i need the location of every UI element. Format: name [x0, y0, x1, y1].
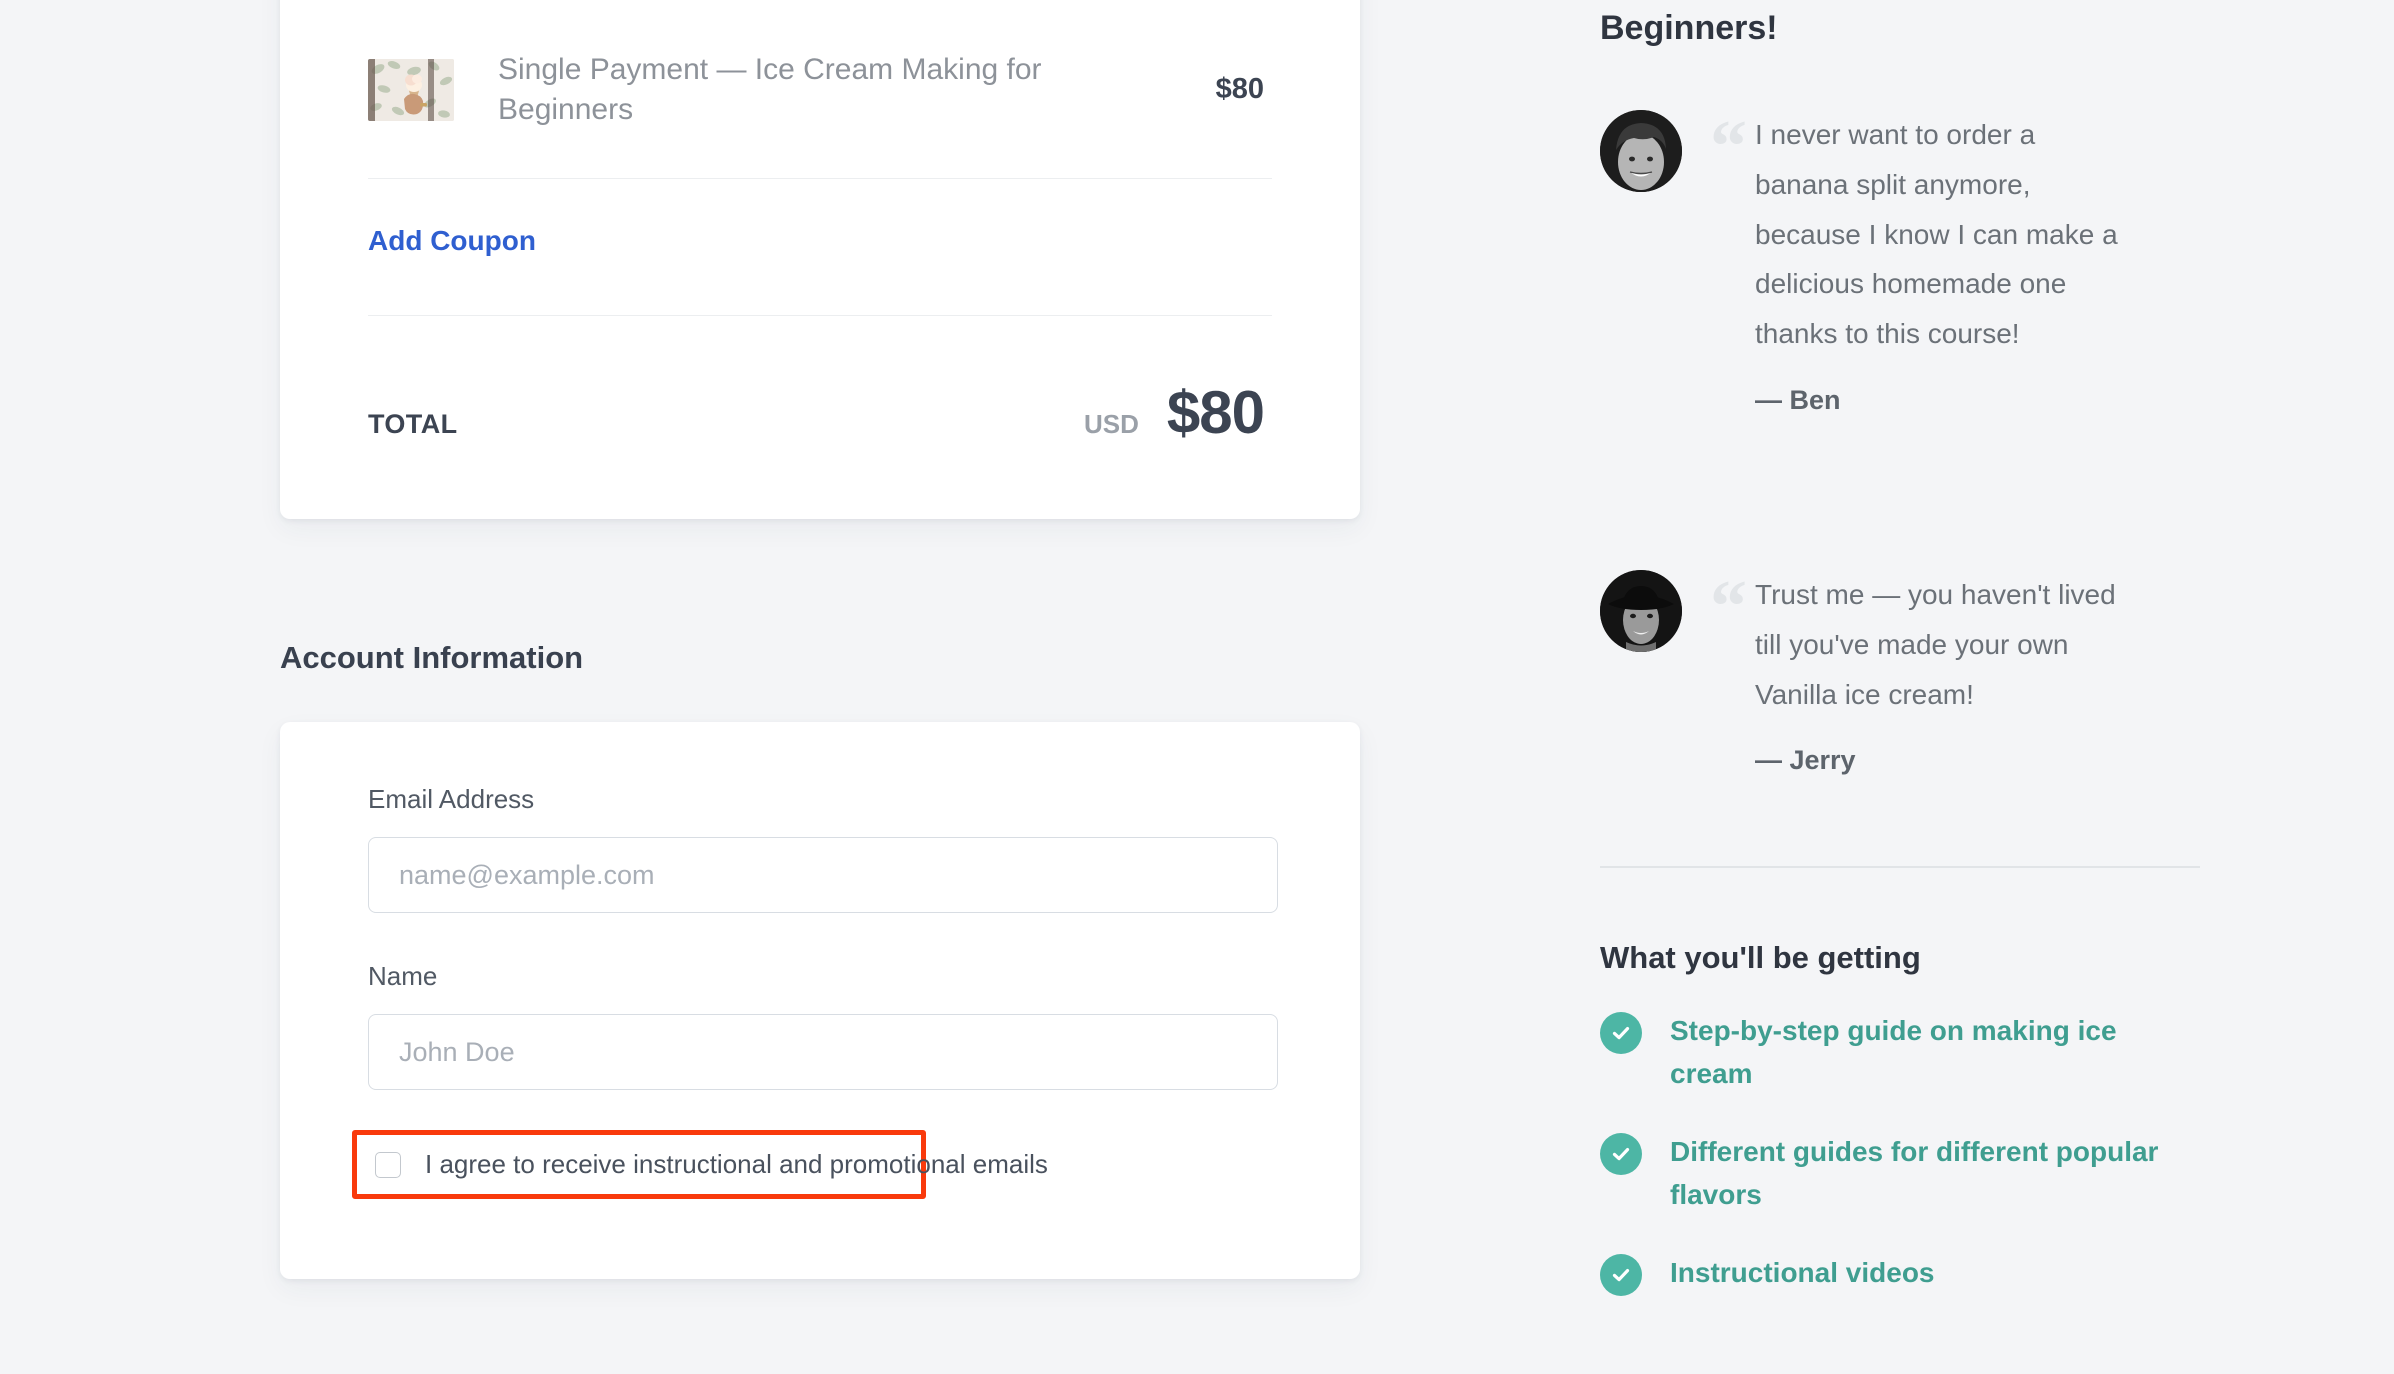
- benefit-item: Step-by-step guide on making ice cream: [1600, 1010, 2220, 1095]
- sidebar-divider: [1600, 866, 2200, 868]
- coupon-row: Add Coupon: [368, 179, 1272, 316]
- benefit-item: Instructional videos: [1600, 1252, 2220, 1297]
- promo-heading: about Ice Cream Making for Beginners!: [1600, 9, 1778, 47]
- benefit-label: Instructional videos: [1670, 1257, 1935, 1289]
- name-field-label: Name: [368, 961, 438, 991]
- product-price: $80: [1215, 73, 1264, 106]
- quote-mark-icon: “: [1710, 566, 1747, 648]
- quote-block: “ Trust me — you haven't lived till you'…: [1710, 570, 2220, 776]
- testimonial-text: I never want to order a banana split any…: [1755, 119, 2118, 350]
- check-circle-icon: [1600, 1133, 1642, 1176]
- avatar: [1600, 570, 1682, 652]
- benefit-label: Step-by-step guide on making ice cream: [1670, 1015, 2117, 1089]
- name-input[interactable]: [368, 1014, 1278, 1090]
- check-circle-icon: [1600, 1012, 1642, 1054]
- add-coupon-link[interactable]: Add Coupon: [368, 225, 536, 256]
- email-field-label: Email Address: [368, 784, 535, 814]
- promo-sidebar: about Ice Cream Making for Beginners! “ …: [1600, 0, 2260, 1374]
- total-value-group: USD $80: [1084, 378, 1272, 447]
- marketing-consent-checkbox[interactable]: [375, 1151, 401, 1178]
- total-amount: $80: [1166, 378, 1265, 446]
- checkout-main-column: Single Payment — Ice Cream Making for Be…: [0, 0, 1590, 1374]
- check-circle-icon: [1600, 1254, 1642, 1297]
- account-information-heading: Account Information: [280, 640, 584, 675]
- testimonial: “ Trust me — you haven't lived till you'…: [1600, 570, 2220, 776]
- benefits-heading: What you'll be getting: [1600, 940, 1921, 975]
- testimonial: “ I never want to order a banana split a…: [1600, 110, 2220, 416]
- marketing-consent-label[interactable]: I agree to receive instructional and pro…: [425, 1149, 1048, 1180]
- benefit-item: Different guides for different popular f…: [1600, 1131, 2220, 1216]
- order-total-row: TOTAL USD $80: [368, 316, 1272, 519]
- total-currency: USD: [1083, 408, 1139, 439]
- quote-mark-icon: “: [1710, 106, 1747, 188]
- total-label: TOTAL: [368, 408, 458, 439]
- checkout-page: Single Payment — Ice Cream Making for Be…: [0, 0, 2394, 1374]
- order-summary-card: Single Payment — Ice Cream Making for Be…: [280, 0, 1360, 519]
- product-thumbnail: [368, 58, 454, 121]
- quote-block: “ I never want to order a banana split a…: [1710, 110, 2220, 416]
- testimonial-text: Trust me — you haven't lived till you've…: [1755, 579, 2116, 710]
- account-information-card: Email Address Name I agree to receive in…: [280, 722, 1360, 1279]
- avatar: [1600, 110, 1682, 192]
- testimonial-author: — Ben: [1755, 385, 1841, 416]
- benefit-label: Different guides for different popular f…: [1670, 1136, 2159, 1210]
- email-input[interactable]: [368, 837, 1278, 913]
- order-line-item: Single Payment — Ice Cream Making for Be…: [368, 0, 1272, 179]
- benefits-list: Step-by-step guide on making ice cream D…: [1600, 1010, 2220, 1332]
- testimonial-author: — Jerry: [1755, 745, 1856, 776]
- product-title: Single Payment — Ice Cream Making for Be…: [498, 53, 1042, 126]
- consent-highlight-box: I agree to receive instructional and pro…: [352, 1130, 1048, 1199]
